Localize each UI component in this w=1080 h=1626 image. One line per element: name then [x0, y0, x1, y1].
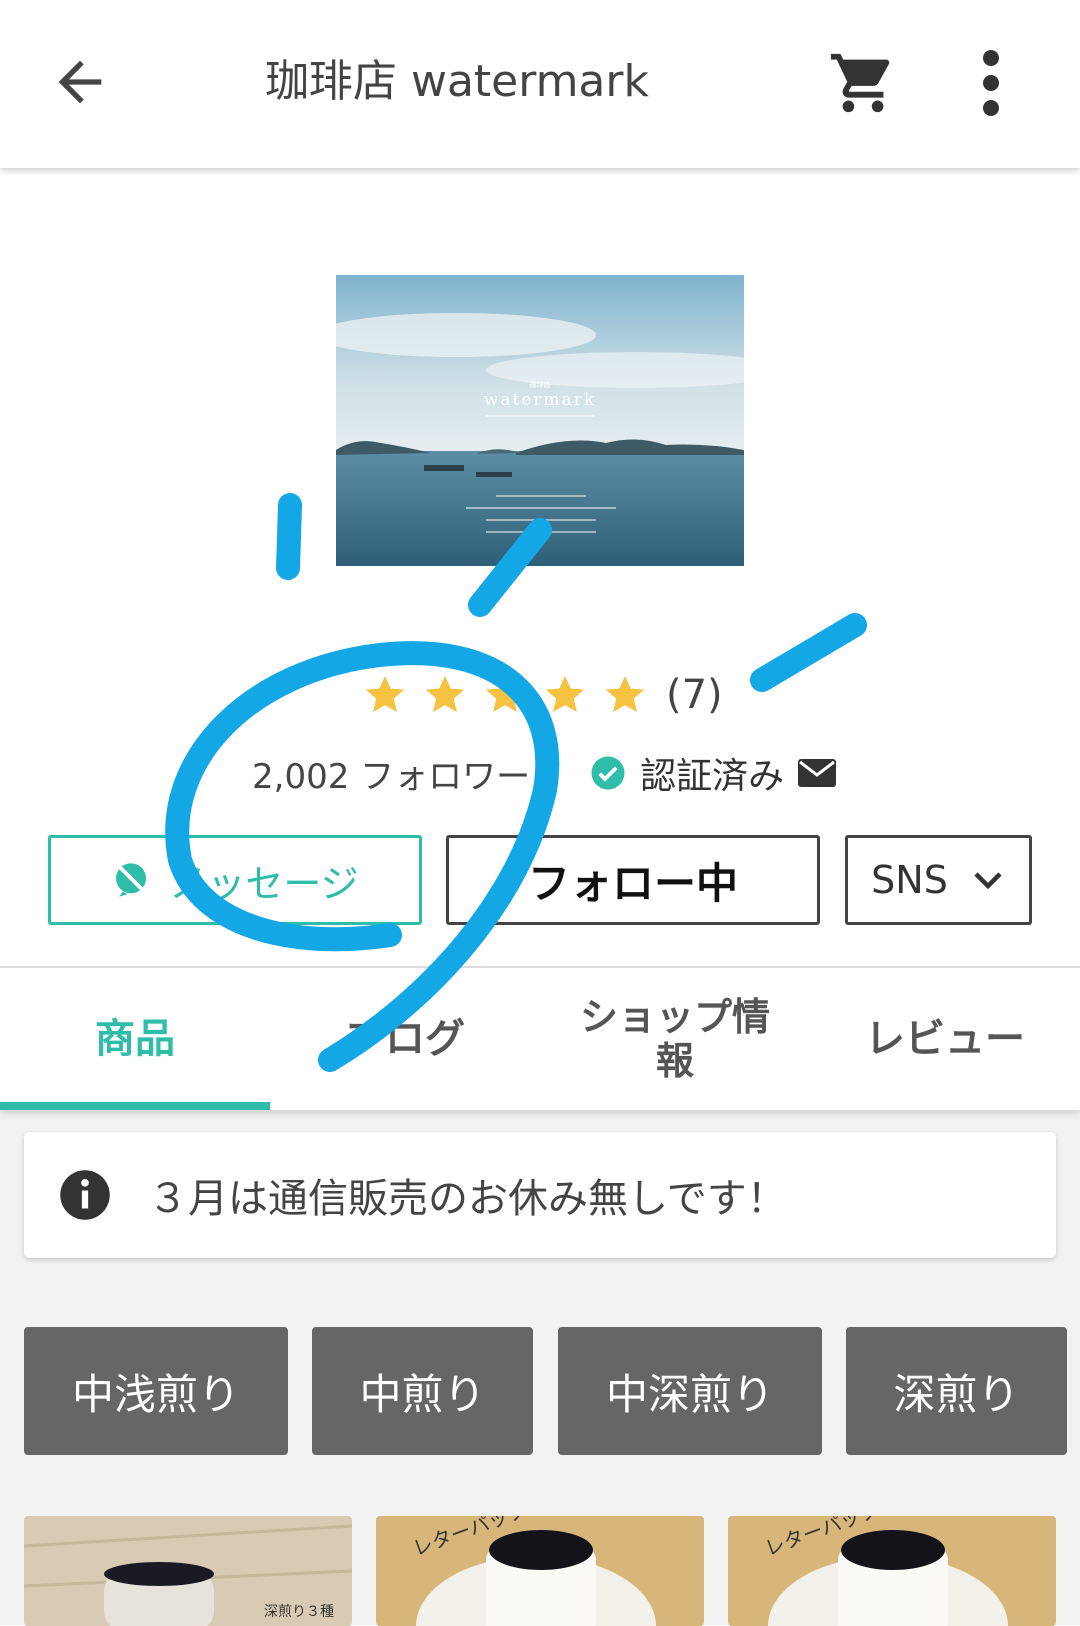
category-button[interactable]: 中浅煎り [24, 1327, 288, 1455]
product-caption: 深煎り３種 [264, 1604, 334, 1620]
category-button[interactable]: 深煎り [846, 1327, 1067, 1455]
verified-label: 認証済み [640, 756, 785, 797]
category-label: 深煎り [893, 1369, 1020, 1419]
tab-label: ブログ [345, 1016, 465, 1062]
tab-products[interactable]: 商品 [0, 968, 270, 1110]
product-card[interactable]: 深煎り３種 [24, 1516, 352, 1626]
info-icon [60, 1170, 110, 1220]
page-title: 珈琲店 watermark [265, 56, 649, 107]
tab-label: レビュー [865, 1016, 1025, 1062]
message-button[interactable]: メッセージ [48, 835, 422, 925]
product-image: レターパックで届く [376, 1516, 704, 1626]
more-vert-icon[interactable] [966, 48, 1016, 118]
star-icon [365, 675, 405, 713]
category-label: 中深煎り [605, 1369, 774, 1419]
tab-label: 商品 [95, 1016, 175, 1062]
category-label: 中煎り [359, 1369, 486, 1419]
product-card[interactable]: レターパックで届く [376, 1516, 704, 1626]
cover-brand: watermark [484, 390, 596, 410]
tab-reviews[interactable]: レビュー [810, 968, 1080, 1110]
notice-banner: ３月は通信販売のお休み無しです！ [24, 1132, 1056, 1258]
shop-stats: 2,002 フォロワー 認証済み [252, 747, 837, 799]
category-button[interactable]: 中深煎り [558, 1327, 822, 1455]
shop-rating: (7) [362, 665, 723, 725]
product-card[interactable]: レターパックで届く [728, 1516, 1056, 1626]
cart-icon[interactable] [828, 48, 898, 118]
tab-blog[interactable]: ブログ [270, 968, 540, 1110]
tab-indicator [0, 1102, 270, 1110]
products-content: ３月は通信販売のお休み無しです！ 中浅煎り 中煎り 中深煎り 深煎り 深煎り３種… [0, 1110, 1080, 1626]
mail-icon [798, 759, 837, 787]
review-count[interactable]: (7) [666, 672, 723, 718]
cover-small-title: 珈琲店 [530, 380, 551, 389]
star-icon [425, 675, 465, 713]
category-label: 中浅煎り [71, 1369, 240, 1419]
message-label: メッセージ [169, 861, 359, 906]
star-icon [545, 675, 585, 713]
sns-dropdown[interactable]: SNS [845, 835, 1032, 925]
notice-text: ３月は通信販売のお休み無しです！ [148, 1176, 787, 1222]
check-circle-icon [591, 756, 625, 790]
star-icon [605, 675, 645, 713]
product-image: 深煎り３種 [24, 1516, 352, 1626]
chevron-down-icon [974, 872, 1002, 890]
product-image: レターパックで届く [728, 1516, 1056, 1626]
verified-badge: 認証済み [590, 747, 837, 799]
app-bar: 珈琲店 watermark [0, 0, 1080, 168]
star-icon [485, 675, 525, 713]
tab-label: ショップ情報 [580, 995, 771, 1083]
tab-shop-info[interactable]: ショップ情報 [540, 968, 810, 1110]
followers-count[interactable]: 2,002 フォロワー [252, 749, 530, 798]
arrow-back-icon[interactable] [48, 50, 112, 114]
following-button[interactable]: フォロー中 [446, 835, 820, 925]
category-button[interactable]: 中煎り [312, 1327, 533, 1455]
tab-bar: 商品 ブログ ショップ情報 レビュー [0, 968, 1080, 1110]
following-label: フォロー中 [527, 858, 738, 908]
shop-cover-image: 珈琲店 watermark [336, 275, 744, 566]
sns-label: SNS [871, 858, 948, 902]
chat-off-icon [116, 863, 148, 897]
